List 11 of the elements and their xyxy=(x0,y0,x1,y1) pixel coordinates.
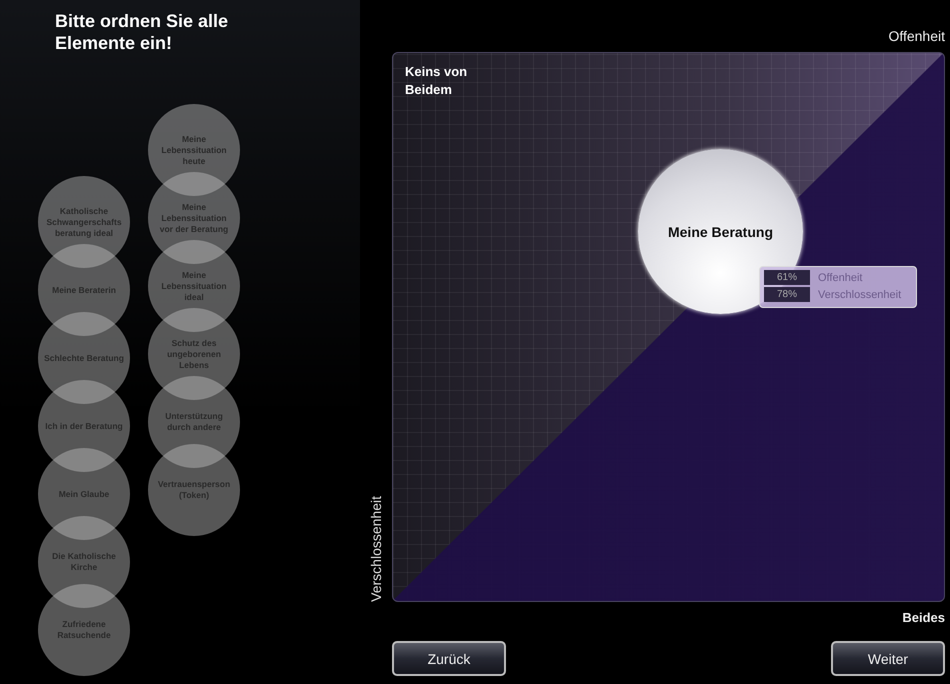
back-button[interactable]: Zurück xyxy=(392,641,506,676)
reading-label: Verschlossenheit xyxy=(818,288,902,300)
instruction-heading: Bitte ordnen Sie alle Elemente ein! xyxy=(55,10,230,54)
axis-label: Offenheit xyxy=(888,28,945,44)
next-button[interactable]: Weiter xyxy=(831,641,945,676)
axis-label: Verschlossenheit xyxy=(368,496,384,602)
reading-label: Offenheit xyxy=(818,272,862,284)
percent-value: 78% xyxy=(764,287,810,302)
axis-label: Beides xyxy=(902,610,945,624)
percent-value: 61% xyxy=(764,270,810,285)
corner-label: Keins von Beidem xyxy=(405,63,468,99)
